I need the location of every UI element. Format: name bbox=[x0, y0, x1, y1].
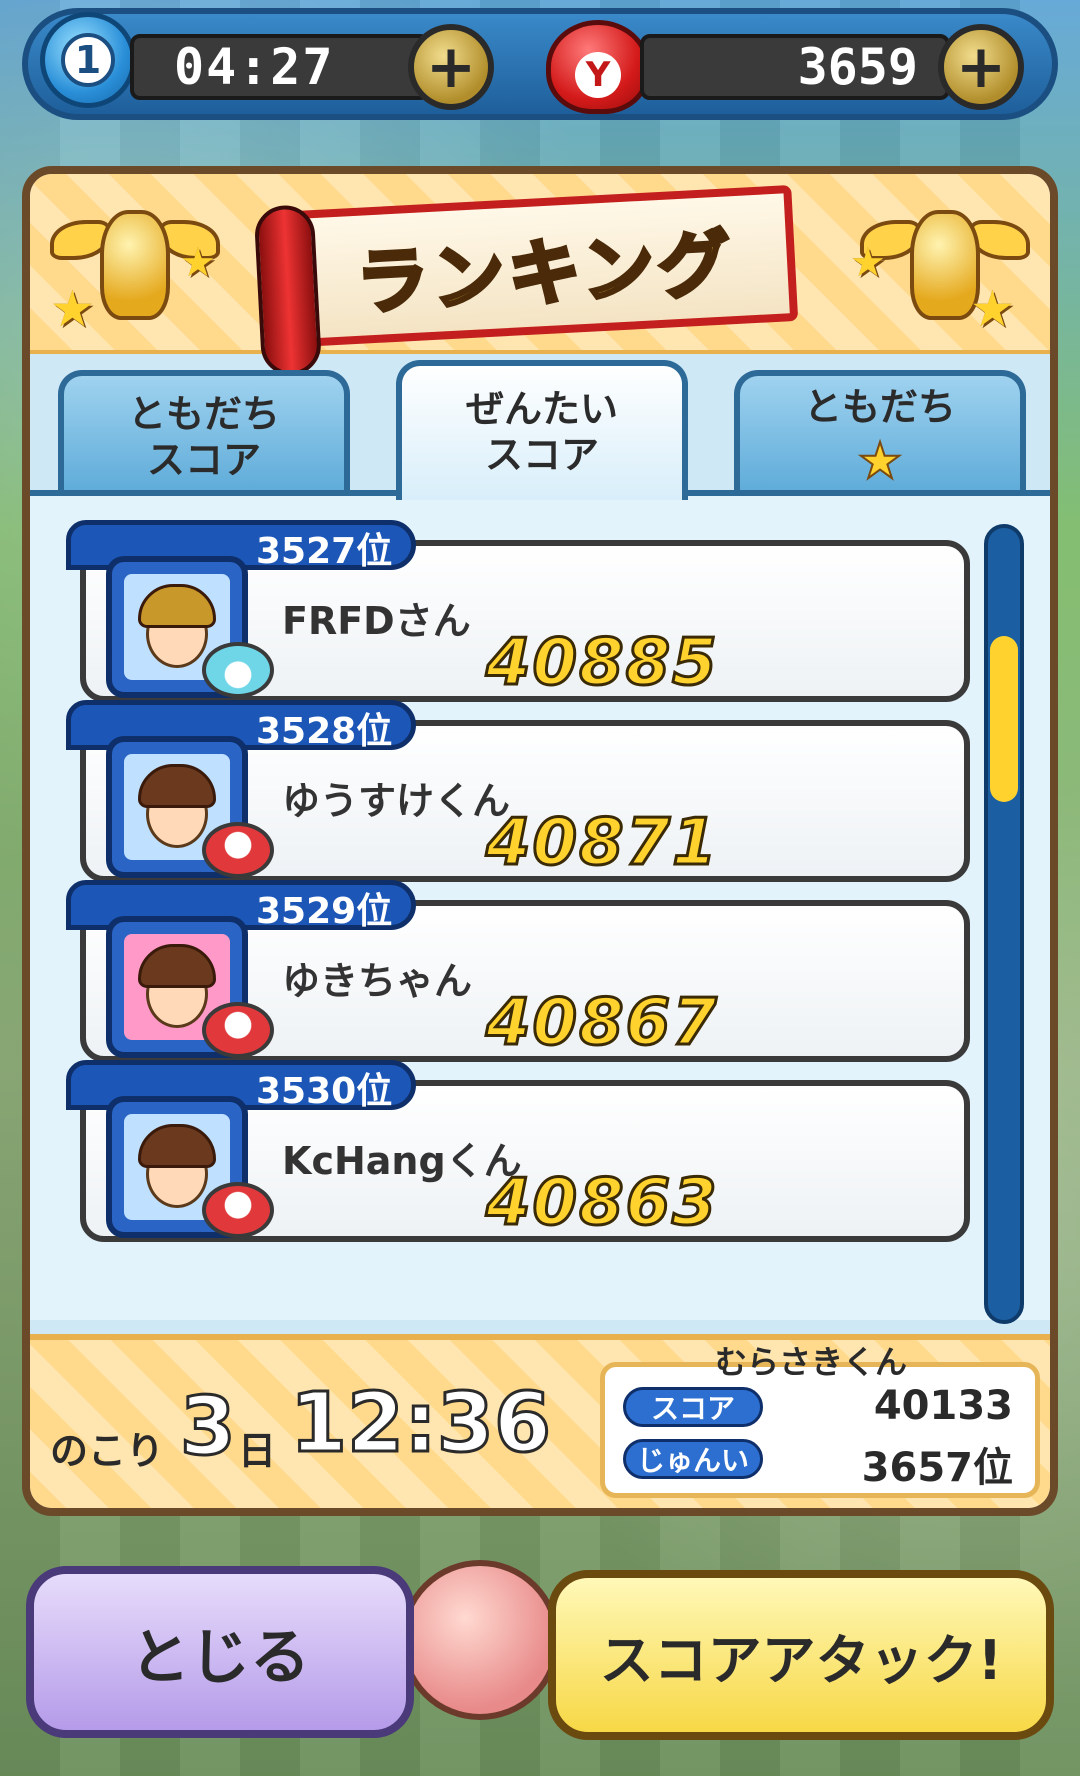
tab-friend-score[interactable]: ともだち スコア bbox=[58, 370, 350, 500]
my-score-value: 40133 bbox=[873, 1383, 1013, 1429]
player-score: 40885 bbox=[485, 625, 719, 702]
my-name: むらさきくん bbox=[715, 1343, 908, 1381]
page-title: ランキング bbox=[352, 219, 738, 327]
close-button[interactable]: とじる bbox=[26, 1566, 414, 1738]
ranking-trophy-icon bbox=[400, 1560, 560, 1720]
remaining-time: 12:36 bbox=[288, 1375, 552, 1473]
tab-label-line1: ぜんたい bbox=[465, 387, 618, 432]
pet-icon bbox=[202, 642, 274, 698]
star-icon: ★ bbox=[850, 240, 886, 286]
scroll-icon bbox=[253, 204, 323, 377]
remaining-label: のこり bbox=[50, 1429, 165, 1473]
rank-label-pill: じゅんい bbox=[623, 1439, 763, 1479]
player-score: 40867 bbox=[485, 985, 719, 1062]
panel-header: ★ ★ ★ ★ ランキング bbox=[30, 174, 1050, 377]
tab-label-line1: ともだち bbox=[127, 392, 280, 437]
star-icon: ★ bbox=[50, 280, 95, 338]
my-score-box: むらさきくん スコア 40133 じゅんい 3657位 bbox=[600, 1343, 1040, 1498]
rank-label: 3528位 bbox=[256, 711, 393, 752]
tab-friend-star[interactable]: ともだち ★ bbox=[734, 370, 1026, 500]
star-icon: ★ bbox=[180, 240, 216, 286]
tab-overall-score[interactable]: ぜんたい スコア bbox=[396, 360, 688, 500]
ranking-list[interactable]: 3527位 FRFDさん 40885 3528位 ゆうすけくん 40871 35… bbox=[30, 490, 1050, 1324]
score-label-pill: スコア bbox=[623, 1387, 763, 1427]
star-icon: ★ bbox=[970, 280, 1015, 338]
add-money-button[interactable]: + bbox=[938, 24, 1024, 110]
player-name: FRFDさん bbox=[282, 599, 471, 643]
player-score: 40871 bbox=[485, 805, 719, 882]
tab-label-line2: スコア bbox=[146, 438, 261, 482]
my-rank-value: 3657位 bbox=[861, 1445, 1013, 1491]
panel-footer: のこり 3 日 12:36 むらさきくん スコア 40133 じゅんい 3657… bbox=[30, 1334, 1050, 1508]
rank-label: 3529位 bbox=[256, 891, 393, 932]
list-item[interactable]: 3530位 KcHangくん 40863 bbox=[66, 1060, 970, 1242]
pet-icon bbox=[202, 1002, 274, 1058]
list-item[interactable]: 3528位 ゆうすけくん 40871 bbox=[66, 700, 970, 882]
money-amount: 3659 bbox=[640, 34, 950, 100]
trophy-icon: ★ ★ bbox=[850, 190, 1030, 340]
ranking-tabs: ともだち スコア ぜんたい スコア ともだち ★ bbox=[30, 360, 1050, 500]
tab-label-line2: スコア bbox=[484, 433, 599, 477]
scrollbar-thumb[interactable] bbox=[990, 636, 1018, 802]
star-icon: ★ bbox=[857, 431, 904, 491]
money-icon-letter: Y bbox=[575, 52, 621, 98]
pet-icon bbox=[202, 1182, 274, 1238]
score-attack-button[interactable]: スコアアタック! bbox=[548, 1570, 1054, 1740]
scrollbar[interactable] bbox=[984, 524, 1024, 1324]
player-name: ゆきちゃん bbox=[282, 959, 473, 1003]
title-banner: ランキング bbox=[253, 185, 799, 377]
remaining-days: 3 bbox=[179, 1379, 238, 1475]
list-item[interactable]: 3527位 FRFDさん 40885 bbox=[66, 520, 970, 702]
add-stamina-button[interactable]: + bbox=[408, 24, 494, 110]
rank-label: 3530位 bbox=[256, 1071, 393, 1112]
ranking-panel: ★ ★ ★ ★ ランキング ともだち スコア ぜんたい スコア ともだち ★ 3… bbox=[22, 166, 1058, 1516]
coin-purse-icon: Y bbox=[546, 20, 650, 114]
rank-label: 3527位 bbox=[256, 531, 393, 572]
tab-label-line1: ともだち bbox=[803, 385, 956, 430]
pet-icon bbox=[202, 822, 274, 878]
list-item[interactable]: 3529位 ゆきちゃん 40867 bbox=[66, 880, 970, 1062]
stamina-timer: 04:27 bbox=[130, 34, 430, 100]
remaining-day-unit: 日 bbox=[238, 1429, 277, 1473]
stamina-icon: 1 bbox=[40, 12, 136, 108]
stamina-count: 1 bbox=[61, 33, 115, 87]
trophy-icon: ★ ★ bbox=[50, 190, 220, 340]
player-score: 40863 bbox=[485, 1165, 719, 1242]
player-name: ゆうすけくん bbox=[282, 779, 511, 823]
